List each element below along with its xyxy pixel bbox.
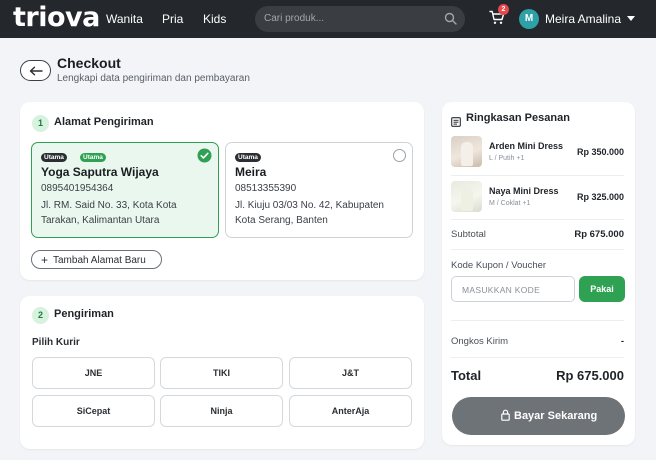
subtotal-value: Rp 675.000 <box>574 229 624 240</box>
courier-option-jne[interactable]: JNE <box>32 357 155 389</box>
nav-link-wanita[interactable]: Wanita <box>106 12 143 26</box>
address-line: Tarakan, Kalimantan Utara <box>41 215 160 226</box>
address-recipient-name: Yoga Saputra Wijaya <box>41 165 159 179</box>
primary-badge: Utama <box>235 153 261 162</box>
coupon-label: Kode Kupon / Voucher <box>451 260 547 271</box>
plus-icon: + <box>41 253 49 267</box>
arrow-left-icon <box>29 66 43 76</box>
item-variant: L / Putih +1 <box>489 155 525 162</box>
courier-option-tiki[interactable]: TIKI <box>160 357 283 389</box>
primary-badge: Utama <box>41 153 67 162</box>
subtotal-label: Subtotal <box>451 229 486 240</box>
shipping-section: 2 Pengiriman Pilih Kurir JNE TIKI J&T Si… <box>20 296 424 449</box>
avatar[interactable]: M <box>519 9 539 29</box>
address-line: Jl. RM. Said No. 33, Kota Kota <box>41 200 177 211</box>
nav-link-kids[interactable]: Kids <box>203 12 226 26</box>
total-label: Total <box>451 368 482 383</box>
shipping-cost-label: Ongkos Kirim <box>451 336 509 347</box>
courier-option-jnt[interactable]: J&T <box>289 357 412 389</box>
total-value: Rp 675.000 <box>556 368 624 383</box>
back-button[interactable] <box>20 60 51 81</box>
summary-title: Ringkasan Pesanan <box>466 112 570 124</box>
brand-logo[interactable]: triova <box>13 2 100 34</box>
receipt-icon <box>451 114 461 132</box>
search-icon[interactable] <box>444 12 457 30</box>
chevron-down-icon[interactable] <box>627 16 635 21</box>
address-line: Jl. Kiuju 03/03 No. 42, Kabupaten <box>235 200 384 211</box>
item-variant: M / Coklat +1 <box>489 200 531 207</box>
nav-link-pria[interactable]: Pria <box>162 12 183 26</box>
page-title: Checkout <box>57 55 121 71</box>
section-title-shipping: Pengiriman <box>54 308 114 320</box>
check-circle-icon <box>197 148 212 168</box>
order-summary: Ringkasan Pesanan Arden Mini Dress L / P… <box>442 102 635 445</box>
address-section: 1 Alamat Pengiriman Utama Utama Yoga Sap… <box>20 102 424 280</box>
search-input[interactable]: Cari produk... <box>255 6 465 32</box>
address-card-selected[interactable]: Utama Utama Yoga Saputra Wijaya 08954019… <box>31 142 219 238</box>
address-phone: 0895401954364 <box>41 183 114 194</box>
step-number: 2 <box>32 307 49 324</box>
address-card[interactable]: Utama Meira 08513355390 Jl. Kiuju 03/03 … <box>225 142 413 238</box>
product-thumbnail <box>451 136 482 167</box>
top-navbar: triova Wanita Pria Kids Cari produk... 2… <box>0 0 656 38</box>
address-phone: 08513355390 <box>235 183 297 194</box>
coupon-input[interactable]: MASUKKAN KODE <box>451 276 575 302</box>
step-number: 1 <box>32 115 49 132</box>
section-title-address: Alamat Pengiriman <box>54 116 154 128</box>
user-name[interactable]: Meira Amalina <box>545 12 621 26</box>
divider <box>451 320 624 321</box>
page-subtitle: Lengkapi data pengiriman dan pembayaran <box>57 73 250 84</box>
courier-option-sicepat[interactable]: SiCepat <box>32 395 155 427</box>
divider <box>451 357 624 358</box>
courier-option-ninja[interactable]: Ninja <box>160 395 283 427</box>
shipping-cost-value: - <box>620 336 624 347</box>
item-name: Arden Mini Dress <box>489 141 564 151</box>
product-thumbnail <box>451 181 482 212</box>
primary-badge: Utama <box>80 153 106 162</box>
divider <box>451 175 624 176</box>
cart-count-badge: 2 <box>498 4 509 15</box>
item-price: Rp 325.000 <box>576 192 624 202</box>
pay-now-label: Bayar Sekarang <box>514 410 598 422</box>
radio-button[interactable] <box>393 149 406 162</box>
apply-coupon-button[interactable]: Pakai <box>579 276 625 302</box>
add-address-button[interactable]: + Tambah Alamat Baru <box>31 250 162 269</box>
item-name: Naya Mini Dress <box>489 186 559 196</box>
add-address-label: Tambah Alamat Baru <box>53 255 146 266</box>
divider <box>451 249 624 250</box>
address-line: Kota Serang, Banten <box>235 215 328 226</box>
lock-icon <box>501 409 510 421</box>
courier-option-anteraja[interactable]: AnterAja <box>289 395 412 427</box>
pay-now-button[interactable]: Bayar Sekarang <box>452 397 625 435</box>
address-recipient-name: Meira <box>235 165 267 179</box>
item-price: Rp 350.000 <box>576 147 624 157</box>
search-placeholder: Cari produk... <box>264 13 325 24</box>
courier-label: Pilih Kurir <box>32 337 80 348</box>
divider <box>451 219 624 220</box>
